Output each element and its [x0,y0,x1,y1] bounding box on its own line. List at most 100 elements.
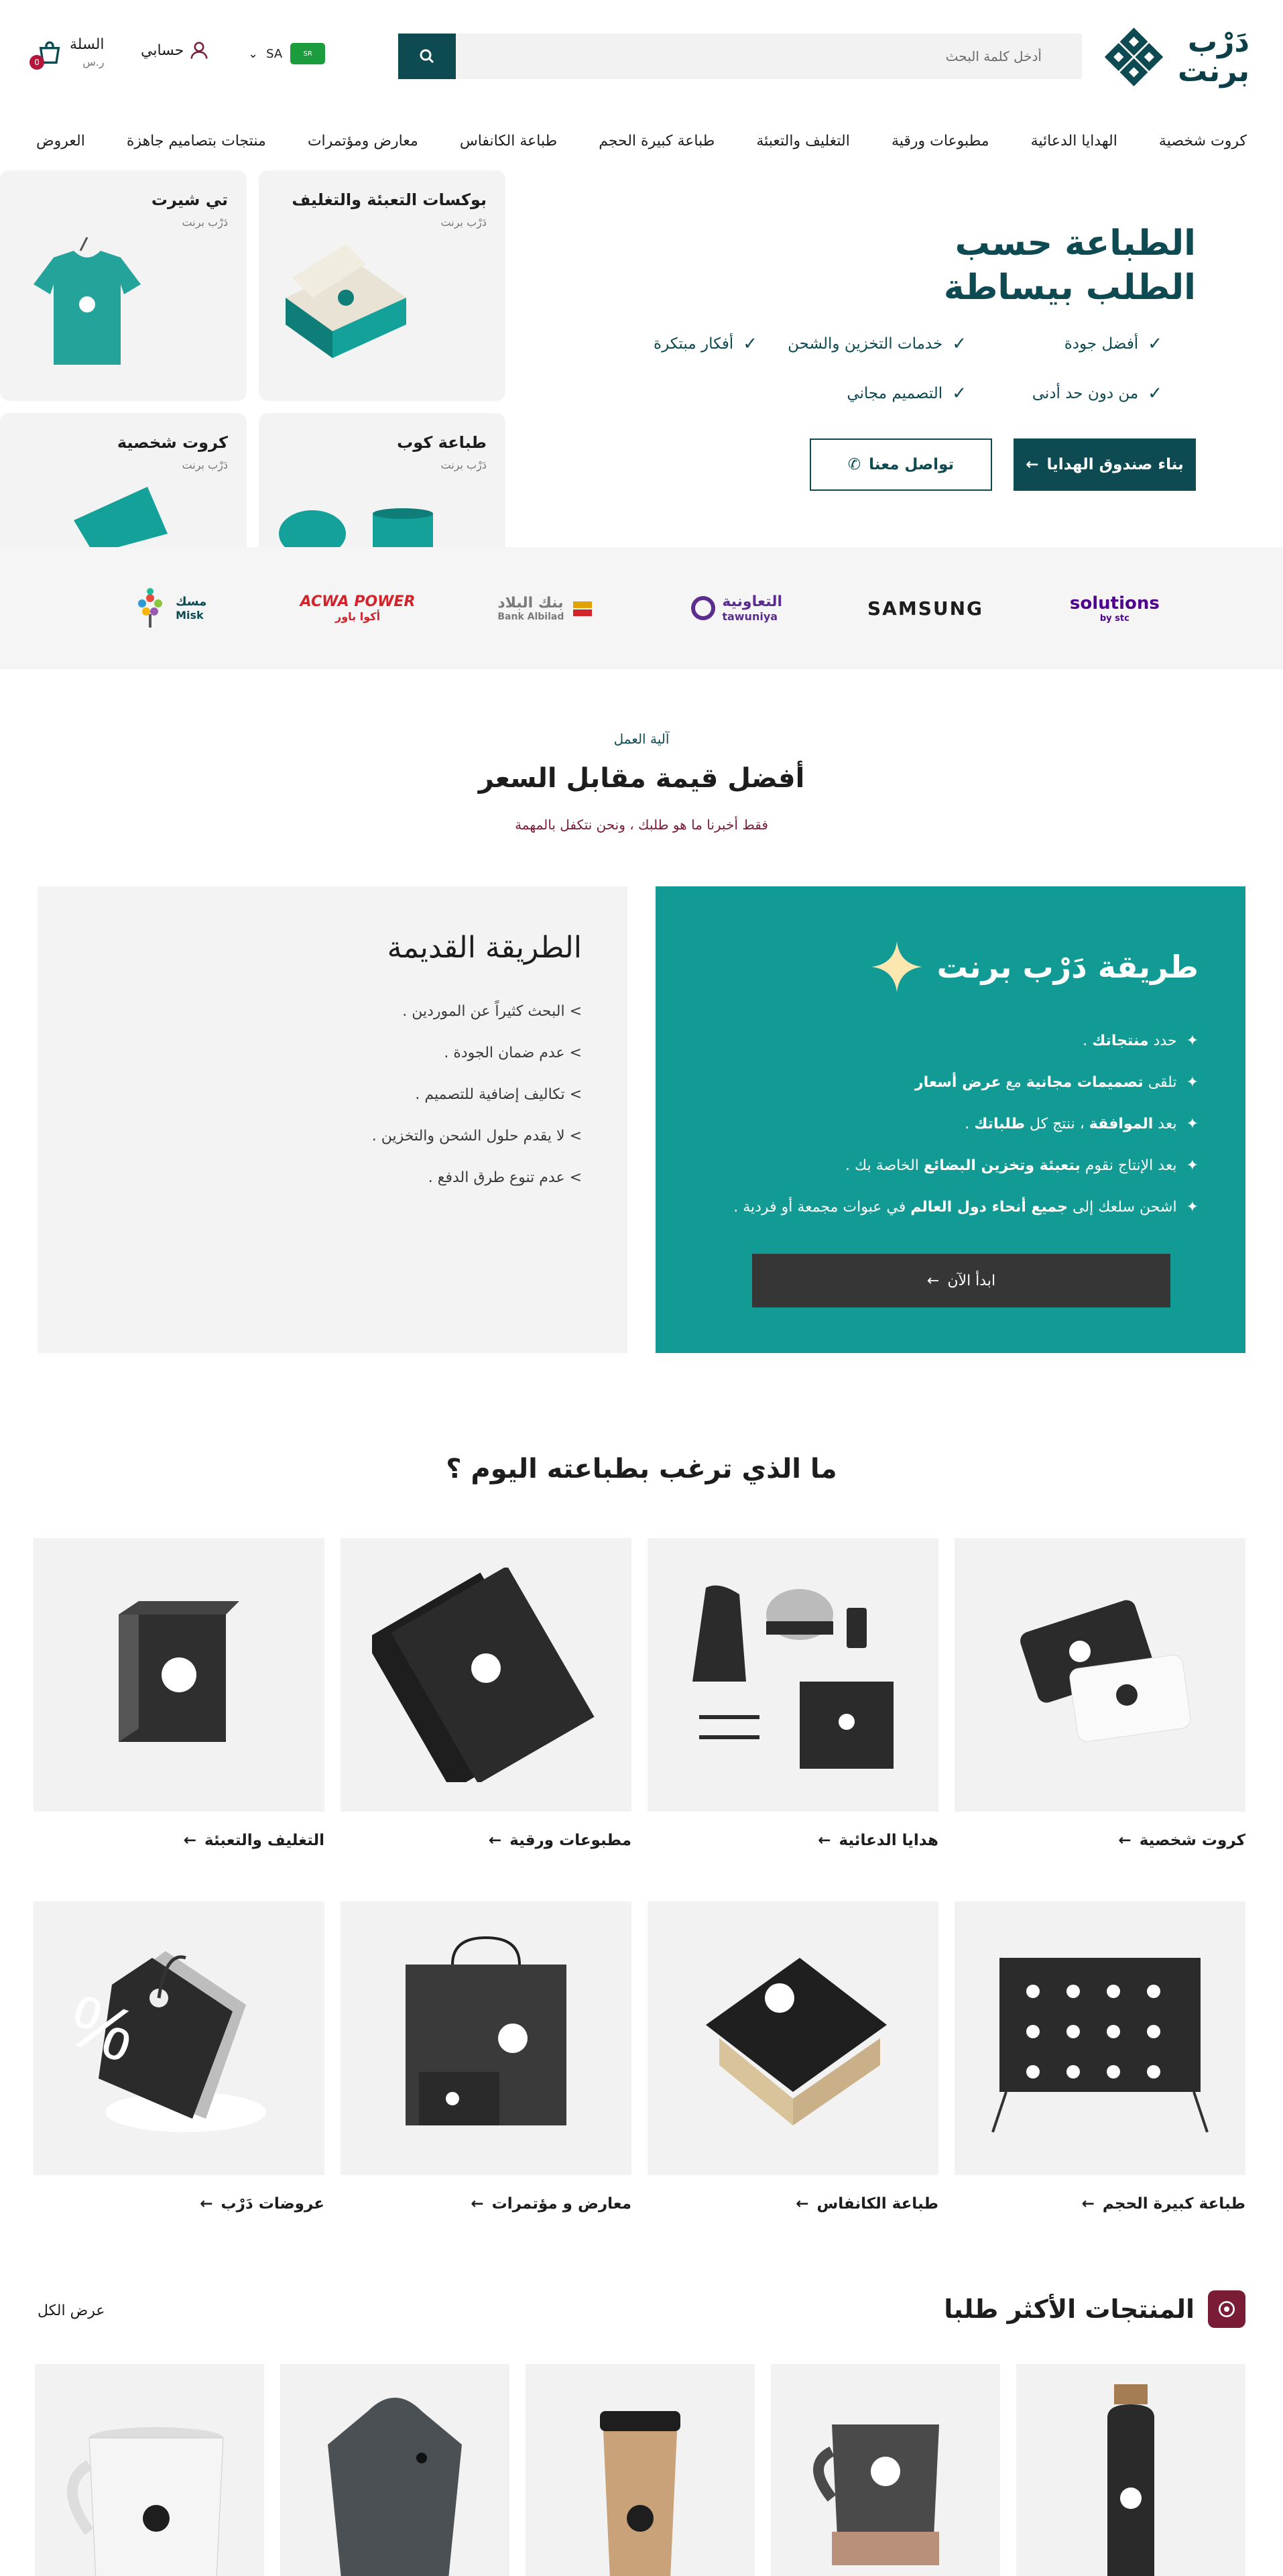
site-logo[interactable]: دَرْب برنت [1102,20,1249,94]
category-exhibitions[interactable]: معارض و مؤتمرات ← [341,1901,631,2213]
start-now-button[interactable]: ابدأ الآن ← [752,1254,1170,1307]
product-card-bottle[interactable] [1016,2364,1245,2576]
nav-item-promo-gifts[interactable]: الهدايا الدعائية [1031,133,1117,150]
old-way-step: > لا يقدم حلول الشحن والتخزين . [371,1128,582,1145]
product-card-mug[interactable] [771,2364,1000,2576]
new-way-step: ✦ بعد الإنتاج نقوم بتعبئة وتخزين البضائع… [845,1157,1199,1174]
product-image [813,2424,939,2565]
new-way-panel: طريقة دَرْب برنت ✦ حدد منتجاتك . ✦ تلقى … [656,886,1245,1353]
region-code: SA [266,46,283,61]
nav-item-large-format[interactable]: طباعة كبيرة الحجم [599,133,715,150]
arrow-left-icon: ← [818,1832,831,1849]
search-bar [398,34,1082,79]
arrow-left-icon: ← [200,2195,213,2213]
category-packaging[interactable]: التغليف والتعبئة ← [34,1538,324,1849]
category-promo-gifts[interactable]: هدايا الدعائية ← [648,1538,938,1849]
cart-icon: 0 [29,40,63,70]
product-card-enamel-mug[interactable] [35,2364,264,2576]
partners-strip: solutions by stc SAMSUNG التعاونية tawun… [0,547,1283,669]
old-way-step: > عدم تنوع طرق الدفع . [428,1169,582,1186]
category-image [648,1538,938,1812]
nav-item-business-cards[interactable]: كروت شخصية [1159,133,1247,150]
product-image [600,2411,680,2576]
old-way-panel: الطريقة القديمة > البحث كثيراً عن المورد… [38,886,627,1353]
check-icon: ✓ [1148,334,1162,354]
sparkle-small-icon: ✦ [1186,1116,1199,1132]
hero-tile-packaging[interactable]: بوكسات التعبئة والتغليف دَرْب برنت [259,170,505,401]
region-selector[interactable]: SR SA ⌄ [248,43,326,64]
old-way-step: > البحث كثيراً عن الموردين . [402,1003,582,1020]
tawuniya-logo-icon [691,596,716,620]
nav-item-paper-prints[interactable]: مطبوعات ورقية [892,133,989,150]
nav-item-offers[interactable]: العروض [36,133,85,150]
nav-item-ready-designs[interactable]: منتجات بتصاميم جاهزة [127,133,266,150]
hero-tile-mug[interactable]: طباعة كوب دَرْب برنت [259,413,505,547]
arrow-left-icon: ← [488,1832,502,1849]
partner-logo-acwa-power: ACWA POWER أكوا باور [300,593,416,623]
tshirt-image [34,237,141,365]
old-way-title: الطريقة القديمة [387,931,582,965]
product-card-cork-cup[interactable] [526,2364,755,2576]
category-image [955,1901,1245,2175]
new-way-step: ✦ بعد الموافقة ، ننتج كل طلباتك . [965,1116,1199,1132]
new-way-step: ✦ حدد منتجاتك . [1083,1033,1199,1049]
nav-item-exhibitions[interactable]: معارض ومؤتمرات [308,133,418,150]
hero-feature: ✓ التصميم مجاني [847,384,967,404]
best-seller-icon [1208,2290,1245,2328]
check-icon: ✓ [1148,384,1162,404]
view-all-link[interactable]: عرض الكل [38,2302,105,2319]
partner-logo-stc: solutions by stc [1069,593,1160,624]
albilad-logo-icon [573,601,593,616]
packaging-box-image [286,244,406,358]
nav-item-canvas[interactable]: طباعة الكانفاس [460,133,557,150]
hero-section: الطباعة حسب الطلب بيساطة ✓ أفضل جودة ✓ خدم… [0,168,1283,547]
nav-item-packaging[interactable]: التغليف والتعبئة [756,133,850,150]
site-header: دَرْب برنت SR SA ⌄ [0,0,1283,113]
new-way-step: ✦ اشحن سلعك إلى جميع أنحاء دول العالم في… [733,1199,1199,1216]
hero-title: الطباعة حسب الطلب بيساطة [943,223,1196,308]
hero-feature: ✓ خدمات التخزين والشحن [788,334,967,354]
check-icon: ✓ [743,334,757,354]
how-title: أفضل قيمة مقابل السعر [478,763,805,794]
hero-feature: ✓ أفكار مبتكرة [654,334,757,354]
hero-tile-tshirt[interactable]: تي شيرت دَرْب برنت [0,170,247,401]
product-image [67,2427,224,2576]
old-way-step: > تكاليف إضافية للتصميم . [415,1086,582,1103]
best-sellers-title: المنتجات الأكثر طلبا [944,2294,1195,2324]
account-label: حسابي [141,42,184,59]
product-card-hoodie[interactable] [280,2364,509,2576]
how-subtitle: فقط أخبرنا ما هو طلبك ، ونحن نتكفل بالمه… [515,817,768,833]
category-paper-prints[interactable]: مطبوعات ورقية ← [341,1538,631,1849]
currency-flag: SR [290,43,326,64]
category-offers[interactable]: % عروضات دَرْب ← [34,1901,324,2213]
build-gift-box-button[interactable]: بناء صندوق الهدايا ← [1014,438,1196,491]
sparkle-small-icon: ✦ [1186,1033,1199,1049]
misk-tree-icon [138,588,163,628]
arrow-left-icon: ← [1081,2195,1095,2213]
contact-us-button[interactable]: تواصل معنا ✆ [810,438,992,491]
new-way-step: ✦ تلقى تصميمات مجانية مع عرض أسعار [914,1074,1199,1091]
category-image [955,1538,1245,1812]
category-image [341,1901,631,2175]
search-button[interactable] [398,34,456,79]
arrow-left-icon: ← [471,2195,484,2213]
arrow-left-icon: ← [926,1272,940,1289]
cart-link[interactable]: السلة ر.س 0 [29,36,105,71]
logo-mark-icon [1104,27,1164,86]
category-canvas[interactable]: طباعة الكانفاس ← [648,1901,938,2213]
search-icon [420,49,434,64]
search-input[interactable] [456,34,1082,79]
user-icon [190,42,208,59]
sparkle-small-icon: ✦ [1186,1199,1199,1216]
sparkle-small-icon: ✦ [1186,1157,1199,1174]
arrow-left-icon: ← [1118,1832,1132,1849]
mug-image [279,508,433,547]
category-image [648,1901,938,2175]
chevron-down-icon: ⌄ [248,46,259,61]
hero-tile-business-cards[interactable]: كروت شخصية دَرْب برنت [0,413,247,547]
category-business-cards[interactable]: كروت شخصية ← [955,1538,1245,1849]
account-link[interactable]: حسابي [141,40,209,60]
category-large-format[interactable]: طباعة كبيرة الحجم ← [955,1901,1245,2213]
check-icon: ✓ [952,334,967,354]
category-image [34,1538,324,1812]
